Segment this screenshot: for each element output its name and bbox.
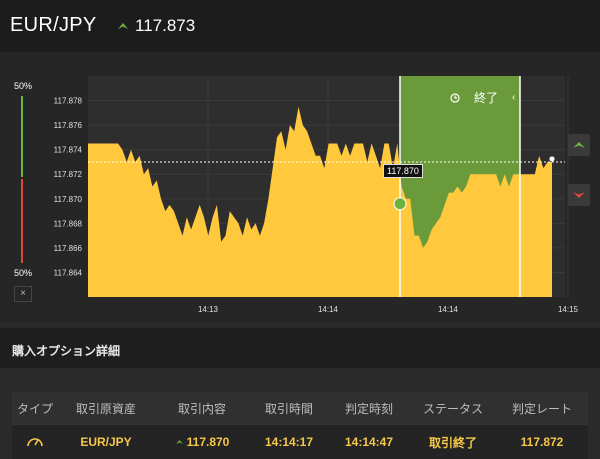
header-status: ステータス [422, 401, 483, 416]
header-asset: 取引原資産 [75, 401, 136, 416]
table-header: タイプ 取引原資産 取引内容 取引時間 判定時刻 ステータス 判定レート [12, 392, 588, 424]
header-content: 取引内容 [177, 401, 226, 416]
type-icon-cell [12, 433, 58, 452]
header-trade-time: 取引時間 [264, 401, 313, 416]
gauge-put-bar [21, 179, 23, 263]
row-content: 117.870 [154, 435, 250, 449]
purchase-table: タイプ 取引原資産 取引内容 取引時間 判定時刻 ステータス 判定レート EUR… [12, 392, 588, 459]
row-status: 取引終了 [428, 435, 477, 450]
entry-marker [393, 197, 407, 211]
section-title: 購入オプション詳細 [12, 344, 121, 358]
y-tick-label: 117.874 [54, 146, 83, 155]
y-tick-label: 117.870 [54, 195, 83, 204]
gauge-put-percent: 50% [13, 268, 32, 278]
sentiment-gauge: 50% 50% × [12, 76, 32, 302]
currency-pair: EUR/JPY [10, 14, 97, 36]
header-judge-time: 判定時刻 [344, 401, 393, 416]
purchase-details-header: 購入オプション詳細 [0, 328, 600, 368]
x-tick-label: 14:14 [318, 305, 339, 314]
current-price-dot [549, 156, 555, 162]
x-tick-label: 14:15 [558, 305, 579, 314]
row-trade-time: 14:14:17 [264, 435, 314, 449]
x-tick-label: 14:14 [438, 305, 459, 314]
y-tick-label: 117.864 [54, 268, 83, 277]
call-button[interactable] [568, 134, 590, 156]
call-arrow-icon [573, 142, 585, 148]
header-type: タイプ [16, 401, 53, 416]
gauge-call-percent: 50% [13, 81, 32, 91]
y-tick-label: 117.872 [54, 170, 83, 179]
gauge-icon [27, 437, 43, 446]
current-rate: 117.873 [117, 16, 195, 36]
expiry-marker: 終了 ‹ [450, 89, 515, 106]
up-arrow-icon [175, 440, 183, 444]
table-row[interactable]: EUR/JPY 117.870 14:14:17 14:14:47 取引終了 1… [12, 424, 588, 459]
chevron-left-icon: ‹ [512, 92, 516, 103]
top-bar: EUR/JPY 117.873 [0, 0, 600, 52]
row-judge-time: 14:14:47 [344, 435, 394, 449]
row-content-value: 117.870 [186, 435, 230, 449]
y-tick-label: 117.866 [54, 244, 83, 253]
clock-icon [450, 92, 460, 103]
current-rate-value: 117.873 [135, 16, 196, 35]
put-button[interactable] [568, 184, 590, 206]
put-arrow-icon [573, 192, 585, 198]
gauge-call-bar [21, 96, 23, 177]
row-judge-rate: 117.872 [520, 435, 564, 449]
entry-price-tag: 117.870 [383, 164, 423, 178]
expiry-label: 終了 [474, 91, 499, 105]
row-asset: EUR/JPY [80, 435, 132, 449]
y-tick-label: 117.878 [54, 97, 83, 106]
header-judge-rate: 判定レート [511, 401, 572, 416]
gauge-collapse-button[interactable]: × [14, 286, 32, 302]
y-tick-label: 117.868 [54, 219, 83, 228]
x-tick-label: 14:13 [198, 305, 219, 314]
up-arrow-icon [118, 23, 128, 29]
y-tick-label: 117.876 [54, 121, 83, 130]
